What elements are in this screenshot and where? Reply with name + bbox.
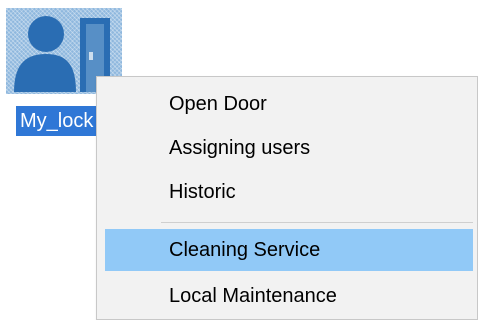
menu-item-historic[interactable]: Historic: [105, 171, 473, 213]
menu-item-assigning-users[interactable]: Assigning users: [105, 127, 473, 169]
menu-item-label: Local Maintenance: [169, 285, 337, 307]
menu-item-local-maintenance[interactable]: Local Maintenance: [105, 275, 473, 317]
menu-item-label: Assigning users: [169, 137, 311, 159]
menu-item-label: Open Door: [169, 93, 267, 115]
menu-item-cleaning-service[interactable]: Cleaning Service: [105, 229, 473, 271]
menu-separator: [161, 222, 473, 223]
desktop: My_lock Open Door Assigning users Histor…: [0, 0, 478, 320]
context-menu: Open Door Assigning users Historic Clean…: [96, 76, 478, 320]
menu-item-open-door[interactable]: Open Door: [105, 83, 473, 125]
menu-item-label: Historic: [169, 181, 236, 203]
menu-item-label: Cleaning Service: [169, 239, 321, 261]
